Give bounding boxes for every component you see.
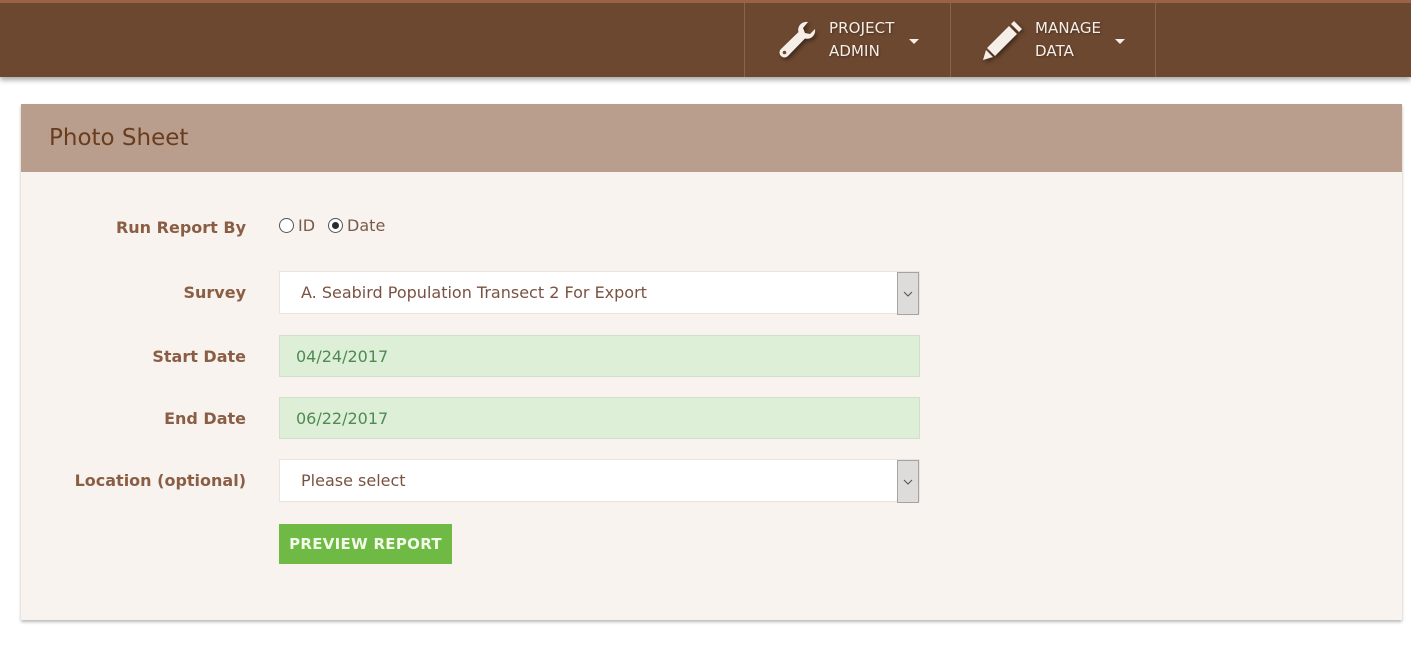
nav-project-admin-dropdown[interactable]: PROJECT ADMIN <box>744 3 951 77</box>
location-select-arrow[interactable] <box>897 460 919 503</box>
nav-label-line2: DATA <box>1035 42 1075 60</box>
location-select[interactable]: Please select <box>279 459 920 503</box>
photo-sheet-panel: Photo Sheet Run Report By ID Date Survey… <box>21 104 1402 620</box>
end-date-row: End Date 06/22/2017 <box>21 397 1402 439</box>
wrench-icon <box>779 21 816 58</box>
nav-manage-data-label: MANAGE DATA <box>1035 17 1113 63</box>
run-report-by-label: Run Report By <box>115 218 246 237</box>
survey-select-value: A. Seabird Population Transect 2 For Exp… <box>301 283 647 302</box>
location-row: Location (optional) Please select <box>21 459 1402 503</box>
nav-label-line2: ADMIN <box>829 42 880 60</box>
start-date-row: Start Date 04/24/2017 <box>21 335 1402 377</box>
preview-report-button[interactable]: PREVIEW REPORT <box>279 524 452 564</box>
end-date-label: End Date <box>164 409 246 428</box>
location-label: Location (optional) <box>74 471 246 490</box>
pencil-icon <box>983 21 1022 60</box>
page-title: Photo Sheet <box>49 125 189 151</box>
survey-select[interactable]: A. Seabird Population Transect 2 For Exp… <box>279 271 920 315</box>
survey-select-arrow[interactable] <box>897 272 919 315</box>
caret-down-icon <box>909 38 919 44</box>
survey-label: Survey <box>183 283 246 302</box>
chevron-down-icon <box>903 291 913 297</box>
nav-label-line1: MANAGE <box>1035 19 1102 37</box>
radio-date-label[interactable]: Date <box>347 216 385 235</box>
start-date-label: Start Date <box>152 347 246 366</box>
radio-id[interactable] <box>279 218 294 233</box>
location-select-value: Please select <box>301 471 406 490</box>
start-date-input[interactable]: 04/24/2017 <box>279 335 920 377</box>
end-date-input[interactable]: 06/22/2017 <box>279 397 920 439</box>
run-report-by-row: Run Report By ID Date <box>21 214 1402 239</box>
nav-project-admin-label: PROJECT ADMIN <box>829 17 907 63</box>
top-navigation-bar: PROJECT ADMIN MANAGE DATA <box>0 0 1411 77</box>
survey-row: Survey A. Seabird Population Transect 2 … <box>21 271 1402 315</box>
nav-manage-data-dropdown[interactable]: MANAGE DATA <box>950 3 1156 77</box>
panel-header: Photo Sheet <box>21 104 1402 172</box>
caret-down-icon <box>1115 38 1125 44</box>
chevron-down-icon <box>903 479 913 485</box>
radio-date[interactable] <box>328 218 344 233</box>
radio-id-label[interactable]: ID <box>298 216 315 235</box>
run-report-by-radio-group: ID Date <box>279 216 398 235</box>
nav-label-line1: PROJECT <box>829 19 895 37</box>
